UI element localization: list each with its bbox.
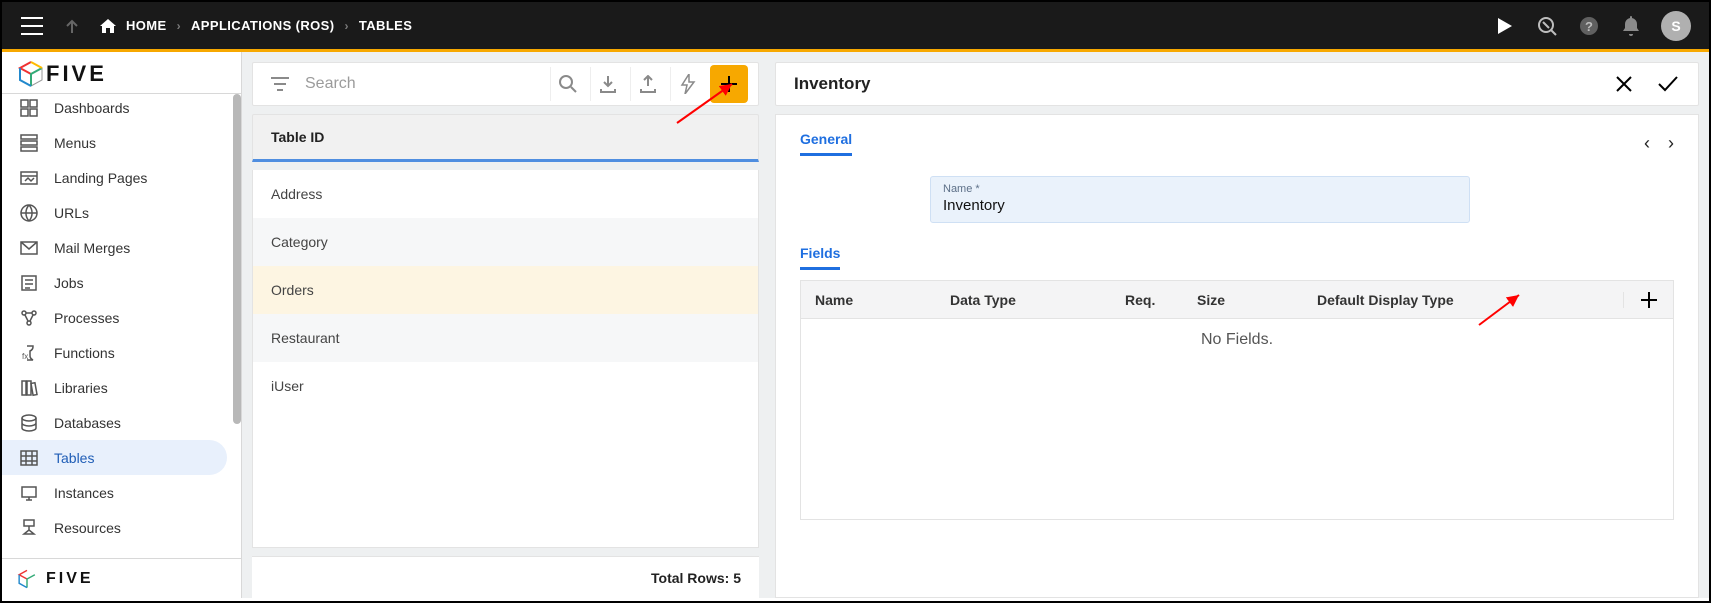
logo-text: FIVE xyxy=(46,61,107,87)
search-input[interactable] xyxy=(303,74,544,94)
mail-icon xyxy=(18,239,40,257)
sidebar-item-jobs[interactable]: Jobs xyxy=(2,265,227,300)
list-toolbar xyxy=(252,62,759,106)
page-title: Inventory xyxy=(794,74,871,94)
table-row[interactable]: Restaurant xyxy=(253,314,758,362)
sidebar-item-processes[interactable]: Processes xyxy=(2,300,227,335)
sidebar: FIVE DashboardsMenusLanding PagesURLsMai… xyxy=(2,52,242,598)
sidebar-item-dashboards[interactable]: Dashboards xyxy=(2,94,227,125)
tab-general[interactable]: General xyxy=(800,131,852,156)
add-button[interactable] xyxy=(710,65,748,103)
search-icon[interactable] xyxy=(550,67,584,101)
url-icon xyxy=(18,204,40,222)
col-size[interactable]: Size xyxy=(1183,292,1303,308)
svg-text:fx: fx xyxy=(22,352,28,361)
sidebar-item-mail-merges[interactable]: Mail Merges xyxy=(2,230,227,265)
sidebar-scrollbar[interactable] xyxy=(233,94,241,558)
avatar[interactable]: S xyxy=(1661,11,1691,41)
check-icon[interactable] xyxy=(1656,72,1680,96)
breadcrumb-app[interactable]: APPLICATIONS (ROS) xyxy=(191,18,334,33)
sidebar-item-databases[interactable]: Databases xyxy=(2,405,227,440)
chevron-right-icon: › xyxy=(177,19,181,33)
detail-panel: Inventory General ‹ › Name * Inventory F… xyxy=(767,52,1709,598)
fields-table: Name Data Type Req. Size Default Display… xyxy=(800,280,1674,520)
hamburger-icon[interactable] xyxy=(20,14,44,38)
sidebar-item-instances[interactable]: Instances xyxy=(2,475,227,510)
next-section-icon[interactable]: › xyxy=(1668,133,1674,154)
menu-icon xyxy=(18,134,40,152)
home-icon xyxy=(100,19,116,33)
table-row[interactable]: iUser xyxy=(253,362,758,410)
five-logo-icon xyxy=(16,60,46,88)
job-icon xyxy=(18,274,40,292)
instance-icon xyxy=(18,484,40,502)
table-row[interactable]: Address xyxy=(253,170,758,218)
table-list: AddressCategoryOrdersRestaurantiUser xyxy=(252,170,759,548)
breadcrumb: HOME › APPLICATIONS (ROS) › TABLES xyxy=(100,18,412,33)
process-icon xyxy=(18,309,40,327)
top-bar: HOME › APPLICATIONS (ROS) › TABLES ? S xyxy=(2,2,1709,52)
import-icon[interactable] xyxy=(590,67,624,101)
bell-icon[interactable] xyxy=(1619,14,1643,38)
breadcrumb-home[interactable]: HOME xyxy=(126,18,167,33)
detail-header: Inventory xyxy=(775,62,1699,106)
list-footer: Total Rows: 5 xyxy=(252,556,759,598)
sidebar-item-libraries[interactable]: Libraries xyxy=(2,370,227,405)
five-logo-icon xyxy=(16,569,38,589)
sidebar-item-landing-pages[interactable]: Landing Pages xyxy=(2,160,227,195)
landing-icon xyxy=(18,169,40,187)
database-icon xyxy=(18,414,40,432)
close-icon[interactable] xyxy=(1612,72,1636,96)
sidebar-item-tables[interactable]: Tables xyxy=(2,440,227,475)
fields-label: Fields xyxy=(800,245,840,270)
sidebar-item-urls[interactable]: URLs xyxy=(2,195,227,230)
col-req[interactable]: Req. xyxy=(1111,292,1183,308)
table-row[interactable]: Category xyxy=(253,218,758,266)
sidebar-item-functions[interactable]: fxFunctions xyxy=(2,335,227,370)
filter-icon[interactable] xyxy=(263,67,297,101)
library-icon xyxy=(18,379,40,397)
export-icon[interactable] xyxy=(630,67,664,101)
svg-text:?: ? xyxy=(1585,19,1593,34)
logo[interactable]: FIVE xyxy=(2,52,241,94)
col-name[interactable]: Name xyxy=(801,292,936,308)
col-type[interactable]: Data Type xyxy=(936,292,1111,308)
arrow-up-icon xyxy=(60,14,84,38)
lightning-icon[interactable] xyxy=(670,67,704,101)
col-disp[interactable]: Default Display Type xyxy=(1303,292,1623,308)
play-icon[interactable] xyxy=(1493,14,1517,38)
list-header[interactable]: Table ID xyxy=(252,114,759,162)
chevron-right-icon: › xyxy=(344,19,348,33)
find-icon[interactable] xyxy=(1535,14,1559,38)
sidebar-footer: FIVE xyxy=(2,558,241,598)
function-icon: fx xyxy=(18,344,40,362)
list-panel: Table ID AddressCategoryOrdersRestaurant… xyxy=(242,52,767,598)
table-icon xyxy=(18,449,40,467)
help-icon[interactable]: ? xyxy=(1577,14,1601,38)
sidebar-item-resources[interactable]: Resources xyxy=(2,510,227,545)
fields-empty: No Fields. xyxy=(801,319,1673,519)
prev-section-icon[interactable]: ‹ xyxy=(1644,133,1650,154)
breadcrumb-page[interactable]: TABLES xyxy=(359,18,412,33)
table-row[interactable]: Orders xyxy=(253,266,758,314)
name-field[interactable]: Name * Inventory xyxy=(930,176,1470,223)
dashboard-icon xyxy=(18,99,40,117)
add-field-button[interactable] xyxy=(1623,292,1673,308)
sidebar-item-menus[interactable]: Menus xyxy=(2,125,227,160)
resource-icon xyxy=(18,519,40,537)
